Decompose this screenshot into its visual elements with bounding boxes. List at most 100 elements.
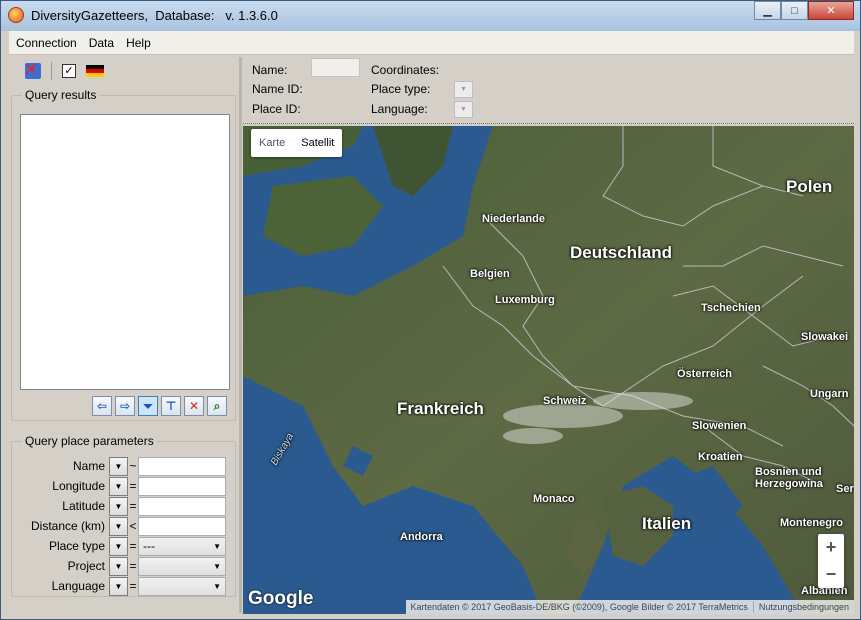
menu-help[interactable]: Help [119,36,156,50]
chevron-down-icon[interactable]: ▼ [109,536,128,556]
filter-icon[interactable]: ⏷ [138,396,158,416]
google-logo: Google [248,588,314,609]
place-type-dropdown[interactable]: ▼ [454,81,473,98]
map-imagery [243,126,854,614]
param-label: Project [67,559,105,573]
menu-bar: Connection Data Help [9,31,854,55]
map-type-karte-button[interactable]: Karte [251,137,293,149]
map-view[interactable]: Niederlande Belgien Luxemburg Deutschlan… [243,126,854,614]
maximize-icon[interactable]: □ [781,1,808,20]
zoom-control: + − [818,534,844,588]
title-bar[interactable]: DiversityGazetteers, Database: v. 1.3.6.… [1,1,860,31]
map-label-tschechien: Tschechien [701,302,761,314]
language-label: Language: [371,102,428,116]
chevron-down-icon[interactable]: ▼ [109,496,128,516]
german-flag-icon[interactable] [86,65,104,77]
distance-input[interactable] [138,516,226,536]
window-controls: ▁ □ ✕ [754,1,854,20]
zoom-in-button[interactable]: + [818,534,844,561]
language-dropdown[interactable]: ▼ [454,101,473,118]
minimize-icon[interactable]: ▁ [754,1,781,20]
chevron-down-icon[interactable]: ▼ [109,576,128,596]
query-params-legend: Query place parameters [22,434,157,448]
project-select[interactable]: ▼ [138,556,226,576]
map-type-satellite-button[interactable]: Satellit [293,137,342,149]
chevron-down-icon[interactable]: ▼ [109,516,128,536]
map-label-polen: Polen [786,177,833,196]
longitude-input[interactable] [138,476,226,496]
param-row-longitude: Longitude ▼ = [12,476,226,496]
operator-symbol: = [129,579,137,593]
dropdown-arrow-icon: ▼ [213,541,221,551]
dropdown-arrow-icon: ▼ [213,581,221,591]
param-row-place-type: Place type ▼ = --- ▼ [12,536,226,556]
terms-link[interactable]: Nutzungsbedingungen [754,602,854,612]
name-field[interactable] [311,58,360,77]
map-label-oesterreich: Österreich [677,368,733,380]
place-id-label: Place ID: [252,102,301,116]
toolbar-separator [51,62,52,80]
arrow-left-icon[interactable]: ⇦ [92,396,112,416]
database-disconnected-icon[interactable] [24,60,41,80]
param-row-project: Project ▼ = ▼ [12,556,226,576]
vertical-splitter[interactable] [239,57,242,613]
query-results-list[interactable] [20,114,230,390]
language-select[interactable]: ▼ [138,576,226,596]
param-row-distance: Distance (km) ▼ < [12,516,226,536]
param-label: Name [72,459,105,473]
map-label-italien: Italien [642,514,692,533]
menu-data[interactable]: Data [82,36,119,50]
map-label-deutschland: Deutschland [570,243,673,262]
map-type-control: Karte Satellit [251,129,343,157]
checkbox-icon[interactable]: ✓ [62,64,76,78]
place-type-select[interactable]: --- ▼ [138,536,226,556]
left-panel: ✓ Query results ⇦ ⇨ ⏷ ⊤ ✕ ⌕ Query place … [9,57,238,613]
map-label-slowenien: Slowenien [692,420,747,432]
operator-symbol: < [129,519,137,533]
menu-connection[interactable]: Connection [9,36,82,50]
chevron-down-icon[interactable]: ▼ [109,556,128,576]
param-row-name: Name ▼ ~ [12,456,226,476]
param-row-latitude: Latitude ▼ = [12,496,226,516]
filter-remove-icon[interactable]: ✕ [184,396,204,416]
app-logo-icon [8,7,24,23]
query-results-buttons: ⇦ ⇨ ⏷ ⊤ ✕ ⌕ [92,396,227,416]
map-label-slowakei: Slowakei [801,331,849,343]
latitude-input[interactable] [138,496,226,516]
window-title: DiversityGazetteers, Database: v. 1.3.6.… [31,8,278,23]
name-label: Name: [252,63,288,77]
map-label-ungarn: Ungarn [810,388,849,400]
left-toolbar: ✓ [9,57,238,85]
map-label-andorra: Andorra [400,531,443,543]
map-label-schweiz: Schweiz [543,395,587,407]
chevron-down-icon[interactable]: ▼ [109,456,128,476]
name-input[interactable] [138,456,226,476]
select-value: --- [143,539,155,553]
map-label-frankreich: Frankreich [397,399,484,418]
place-info-panel: Name: Name ID: Place ID: Coordinates: Pl… [243,57,854,124]
coordinates-label: Coordinates: [371,63,440,77]
operator-symbol: = [129,559,137,573]
close-icon[interactable]: ✕ [808,1,854,20]
map-label-kroatien: Kroatien [698,451,743,463]
zoom-out-button[interactable]: − [818,561,844,588]
arrow-right-icon[interactable]: ⇨ [115,396,135,416]
param-label: Latitude [62,499,105,513]
operator-symbol: = [129,539,137,553]
map-label-monaco: Monaco [533,493,575,505]
chevron-down-icon[interactable]: ▼ [109,476,128,496]
map-label-serbien: Ser [836,483,854,495]
attribution-text: Kartendaten © 2017 GeoBasis-DE/BKG (©200… [410,602,748,612]
app-window: DiversityGazetteers, Database: v. 1.3.6.… [0,0,861,620]
map-label-luxemburg: Luxemburg [495,294,555,306]
dropdown-arrow-icon: ▼ [213,561,221,571]
operator-symbol: ~ [129,459,137,473]
param-label: Place type [48,539,105,553]
operator-symbol: = [129,499,137,513]
map-label-belgien: Belgien [470,268,510,280]
query-params-group: Query place parameters Name ▼ ~ Longitud… [11,434,236,597]
name-id-label: Name ID: [252,82,303,96]
filter-add-icon[interactable]: ⊤ [161,396,181,416]
map-search-icon[interactable]: ⌕ [207,396,227,416]
operator-symbol: = [129,479,137,493]
